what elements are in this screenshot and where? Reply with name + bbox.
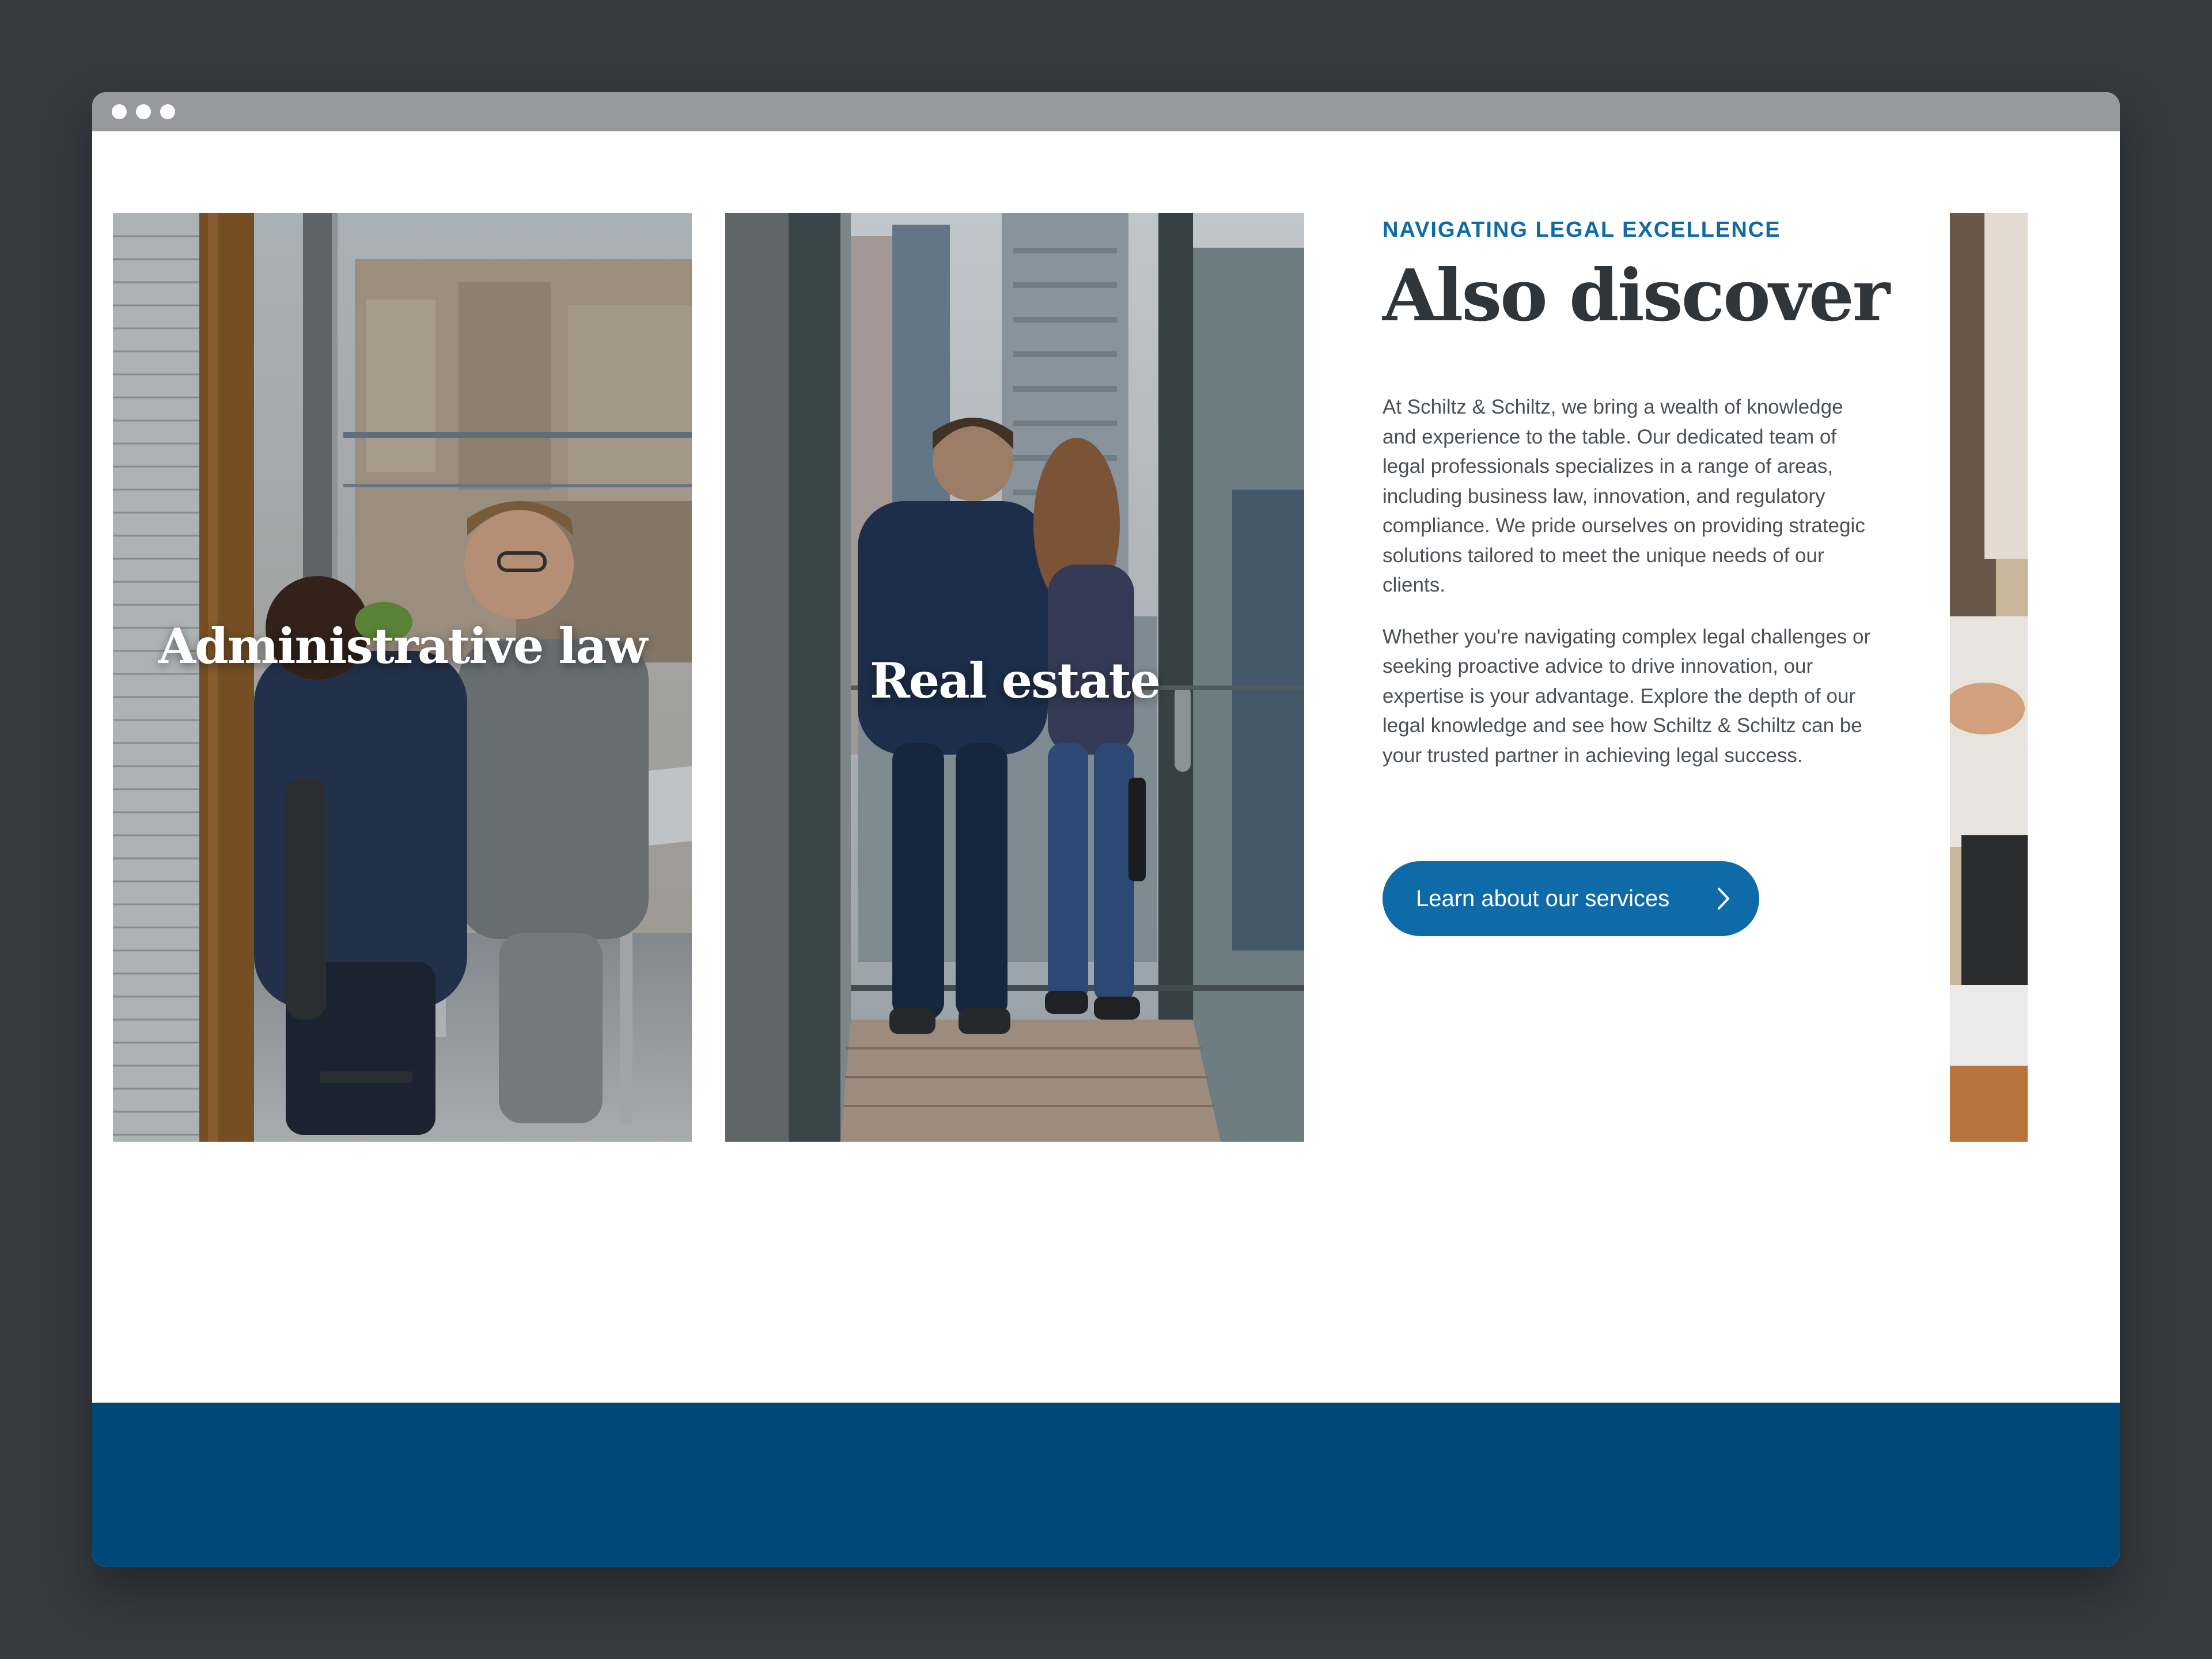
practice-card-real-estate[interactable]: Real estate <box>725 213 1304 1142</box>
card-title: Administrative law <box>158 618 647 675</box>
section-paragraph: At Schiltz & Schiltz, we bring a wealth … <box>1382 396 1865 596</box>
window-dot-icon[interactable] <box>160 104 175 119</box>
learn-services-button[interactable]: Learn about our services <box>1382 861 1759 936</box>
practice-card-next[interactable] <box>1950 213 2028 1142</box>
also-discover-section: NAVIGATING LEGAL EXCELLENCE Also discove… <box>1382 213 1890 790</box>
desk-laptop-photo <box>1950 213 2028 1142</box>
section-paragraph: Whether you're navigating complex legal … <box>1382 625 1871 767</box>
window-titlebar <box>92 92 2120 131</box>
practice-card-administrative-law[interactable]: Administrative law <box>113 213 692 1142</box>
chevron-right-icon <box>1718 888 1729 910</box>
section-title: Also discover <box>1382 254 1890 338</box>
window-dot-icon[interactable] <box>112 104 127 119</box>
window-dot-icon[interactable] <box>136 104 151 119</box>
card-title: Real estate <box>869 652 1161 709</box>
button-label: Learn about our services <box>1416 885 1670 911</box>
footer-band <box>92 1403 2120 1567</box>
section-eyebrow: NAVIGATING LEGAL EXCELLENCE <box>1382 218 1781 242</box>
